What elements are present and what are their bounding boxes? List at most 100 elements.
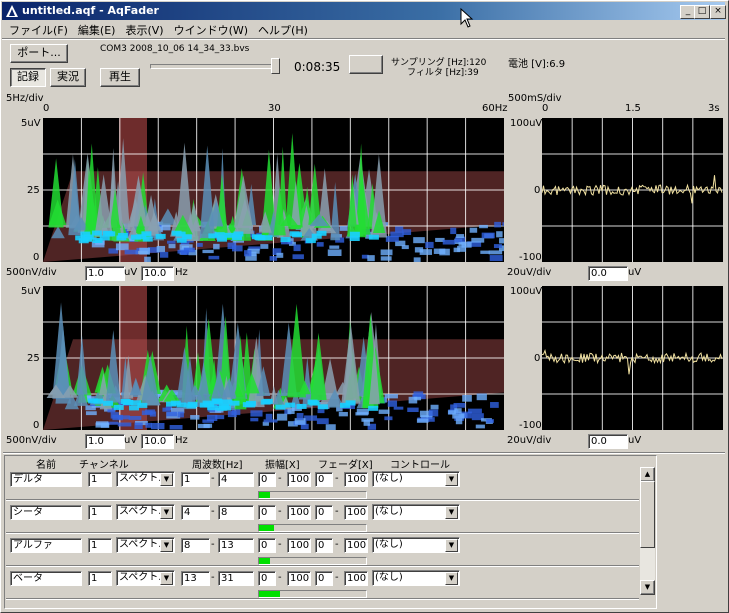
spectrum-base-blob — [250, 417, 259, 422]
hz-input[interactable]: 10.0 — [141, 266, 174, 281]
row-fader-high-input[interactable]: 100 — [344, 505, 368, 520]
scroll-thumb[interactable] — [640, 481, 655, 548]
row-amp-high-input[interactable]: 100 — [287, 571, 311, 586]
spectrum-cyan-blob — [75, 235, 86, 241]
spectrum-cyan-blob — [368, 405, 379, 411]
scroll-up-icon[interactable]: ▲ — [640, 467, 655, 482]
row-fader-high-input[interactable]: 100 — [344, 472, 368, 487]
mouse-cursor-icon — [460, 8, 474, 28]
wave-yscale: 20uV/div — [507, 267, 552, 278]
dropdown-arrow-icon[interactable]: ▼ — [160, 539, 173, 552]
row-freq-low-input[interactable]: 1 — [181, 472, 210, 487]
spectrum-base-blob — [141, 410, 153, 416]
port-button[interactable]: ポート... — [10, 44, 68, 63]
record-button[interactable]: 記録 — [10, 68, 46, 87]
spectrum-chart-2[interactable] — [43, 286, 504, 431]
dropdown-arrow-icon[interactable]: ▼ — [445, 473, 458, 486]
row-freq-high-input[interactable]: 13 — [218, 538, 254, 553]
row-name-input[interactable]: アルファ — [10, 538, 82, 553]
waveform-chart-2[interactable] — [541, 286, 723, 430]
offset-input[interactable]: 0.0 — [588, 434, 628, 449]
range-separator: - — [335, 539, 339, 550]
row-name-input[interactable]: デルタ — [10, 472, 82, 487]
live-button[interactable]: 実況 — [50, 68, 86, 87]
range-separator: - — [278, 572, 282, 583]
blank-button[interactable] — [349, 55, 383, 74]
row-fader-low-input[interactable]: 0 — [315, 505, 333, 520]
spectrum-base-blob — [145, 422, 152, 428]
seek-track[interactable] — [150, 64, 277, 69]
title-bar[interactable]: untitled.aqf - AqFader _ □ × — [2, 2, 726, 20]
spectrum-base-blob — [407, 407, 419, 413]
spectrum-base-blob — [489, 255, 503, 262]
row-control-select[interactable]: (なし) ▼ — [372, 471, 460, 487]
maximize-icon[interactable]: □ — [694, 5, 710, 19]
waveform-chart-1[interactable] — [541, 118, 723, 262]
spectrum-base-blob — [95, 422, 109, 428]
row-amp-low-input[interactable]: 0 — [258, 571, 276, 586]
gain-input[interactable]: 1.0 — [85, 266, 125, 281]
row-freq-low-input[interactable]: 8 — [181, 538, 210, 553]
menu-view[interactable]: 表示(V) — [120, 21, 168, 39]
row-amp-high-input[interactable]: 100 — [287, 472, 311, 487]
seek-slider-thumb[interactable] — [271, 58, 280, 74]
row-amp-low-input[interactable]: 0 — [258, 472, 276, 487]
dropdown-arrow-icon[interactable]: ▼ — [445, 506, 458, 519]
row-freq-high-input[interactable]: 4 — [218, 472, 254, 487]
row-freq-high-input[interactable]: 31 — [218, 571, 254, 586]
menu-help[interactable]: ヘルプ(H) — [253, 21, 313, 39]
row-mode-select[interactable]: スペクトル ▼ — [116, 570, 175, 586]
spectrum-base-blob — [316, 242, 324, 247]
gain-input[interactable]: 1.0 — [85, 434, 125, 449]
dropdown-arrow-icon[interactable]: ▼ — [445, 539, 458, 552]
row-control-select[interactable]: (なし) ▼ — [372, 504, 460, 520]
spectrum-cyan-blob — [218, 404, 229, 410]
row-amp-low-input[interactable]: 0 — [258, 538, 276, 553]
menu-edit[interactable]: 編集(E) — [73, 21, 121, 39]
row-fader-low-input[interactable]: 0 — [315, 538, 333, 553]
spectrum-cyan-blob — [170, 400, 181, 406]
menu-window[interactable]: ウインドウ(W) — [169, 21, 253, 39]
spectrum-ytick: 0 — [33, 420, 40, 431]
row-fader-low-input[interactable]: 0 — [315, 571, 333, 586]
row-control-select[interactable]: (なし) ▼ — [372, 537, 460, 553]
dropdown-arrow-icon[interactable]: ▼ — [160, 572, 173, 585]
row-mode-select[interactable]: スペクトル ▼ — [116, 537, 175, 553]
row-mode-select[interactable]: スペクトル ▼ — [116, 471, 175, 487]
dropdown-arrow-icon[interactable]: ▼ — [160, 506, 173, 519]
row-freq-low-input[interactable]: 4 — [181, 505, 210, 520]
row-amp-high-input[interactable]: 100 — [287, 538, 311, 553]
dropdown-arrow-icon[interactable]: ▼ — [445, 572, 458, 585]
spectrum-graphic — [43, 286, 504, 431]
row-channel-input[interactable]: 1 — [88, 571, 112, 586]
row-amp-low-input[interactable]: 0 — [258, 505, 276, 520]
spectrum-chart-1[interactable] — [43, 118, 513, 263]
row-amp-high-input[interactable]: 100 — [287, 505, 311, 520]
row-channel-input[interactable]: 1 — [88, 538, 112, 553]
row-fader-high-input[interactable]: 100 — [344, 538, 368, 553]
dropdown-arrow-icon[interactable]: ▼ — [160, 473, 173, 486]
row-name-input[interactable]: シータ — [10, 505, 82, 520]
row-freq-low-input[interactable]: 13 — [181, 571, 210, 586]
play-button[interactable]: 再生 — [100, 68, 140, 87]
row-fader-low-input[interactable]: 0 — [315, 472, 333, 487]
spectrum-base-blob — [378, 409, 390, 414]
hz-input[interactable]: 10.0 — [141, 434, 174, 449]
offset-input[interactable]: 0.0 — [588, 266, 628, 281]
row-control-select[interactable]: (なし) ▼ — [372, 570, 460, 586]
spectrum-ytick: 25 — [27, 353, 40, 364]
row-name-input[interactable]: ベータ — [10, 571, 82, 586]
range-separator: - — [335, 506, 339, 517]
range-separator: - — [278, 539, 282, 550]
wave-yscale: 20uV/div — [507, 435, 552, 446]
row-mode-select[interactable]: スペクトル ▼ — [116, 504, 175, 520]
scroll-down-icon[interactable]: ▼ — [640, 580, 655, 595]
close-icon[interactable]: × — [710, 5, 726, 19]
wave-ytick: -100 — [519, 420, 542, 431]
row-fader-high-input[interactable]: 100 — [344, 571, 368, 586]
spectrum-base-blob — [159, 251, 169, 258]
row-freq-high-input[interactable]: 8 — [218, 505, 254, 520]
menu-file[interactable]: ファイル(F) — [4, 21, 73, 39]
row-channel-input[interactable]: 1 — [88, 505, 112, 520]
row-channel-input[interactable]: 1 — [88, 472, 112, 487]
